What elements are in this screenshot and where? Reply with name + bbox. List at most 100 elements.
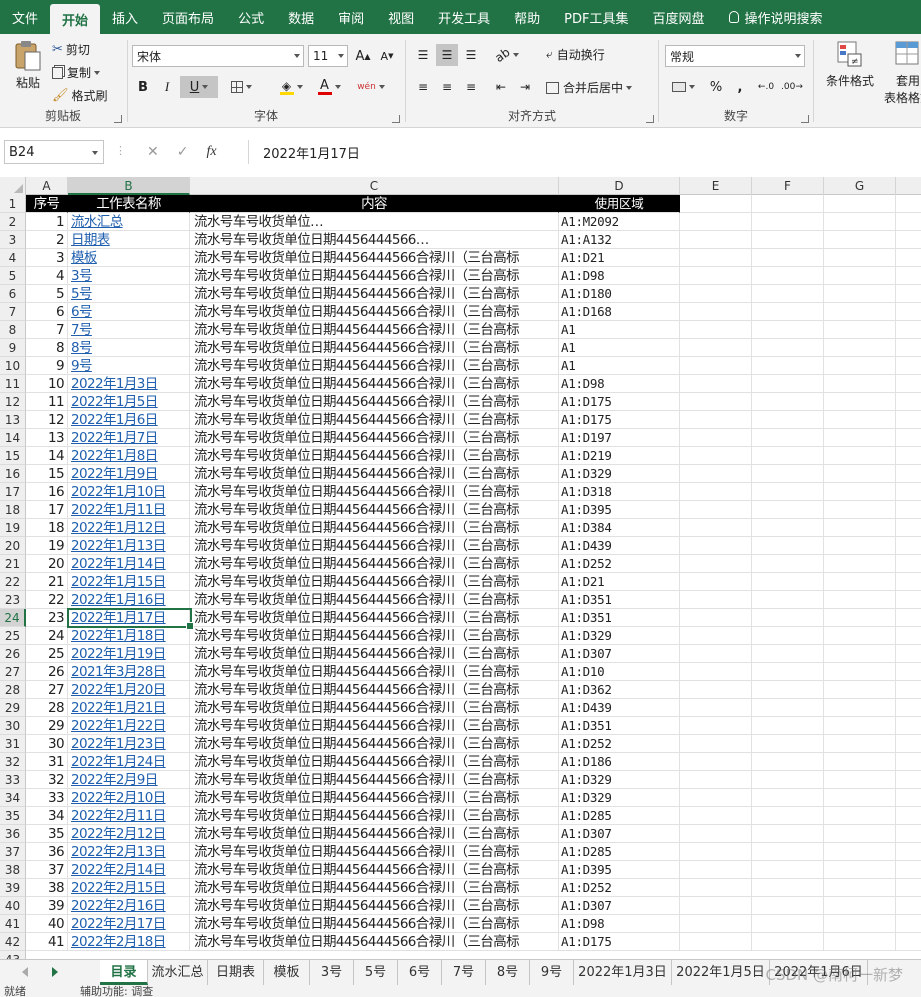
empty-cell[interactable] <box>752 321 824 339</box>
empty-cell[interactable] <box>824 321 896 339</box>
cell-seq[interactable]: 28 <box>26 699 68 717</box>
copy-button[interactable]: 复制 <box>52 64 101 81</box>
row-header[interactable]: 21 <box>0 555 26 573</box>
cell-used-range[interactable]: A1:D329 <box>559 789 680 807</box>
sheet-hyperlink[interactable]: 2022年2月15日 <box>68 879 190 897</box>
cell-content[interactable]: 流水号车号收货单位日期4456444566合禄川（三台高标 <box>190 339 559 357</box>
empty-cell[interactable] <box>824 537 896 555</box>
cell-seq[interactable]: 2 <box>26 231 68 249</box>
empty-cell[interactable] <box>896 303 921 321</box>
sheet-hyperlink[interactable]: 2021年3月28日 <box>68 663 190 681</box>
empty-cell[interactable] <box>896 447 921 465</box>
cell-content[interactable]: 流水号车号收货单位日期4456444566合禄川（三台高标 <box>190 609 559 627</box>
cell-used-range[interactable]: A1:D395 <box>559 501 680 519</box>
row-header[interactable]: 33 <box>0 771 26 789</box>
sheet-hyperlink[interactable]: 8号 <box>68 339 190 357</box>
cell-content[interactable]: 流水号车号收货单位日期4456444566合禄川（三台高标 <box>190 285 559 303</box>
empty-cell[interactable] <box>680 465 752 483</box>
empty-cell[interactable] <box>752 897 824 915</box>
empty-cell[interactable] <box>680 195 752 213</box>
row-header[interactable]: 4 <box>0 249 26 267</box>
empty-cell[interactable] <box>896 411 921 429</box>
tab-help[interactable]: 帮助 <box>502 0 552 34</box>
empty-cell[interactable] <box>680 591 752 609</box>
empty-cell[interactable] <box>896 195 921 213</box>
cell-content[interactable]: 流水号车号收货单位日期4456444566合禄川（三台高标 <box>190 537 559 555</box>
row-header[interactable]: 10 <box>0 357 26 375</box>
row-header[interactable]: 3 <box>0 231 26 249</box>
empty-cell[interactable] <box>896 429 921 447</box>
empty-cell[interactable] <box>896 663 921 681</box>
tab-pdf-tools[interactable]: PDF工具集 <box>552 0 640 34</box>
tab-view[interactable]: 视图 <box>376 0 426 34</box>
cell-seq[interactable]: 41 <box>26 933 68 951</box>
empty-cell[interactable] <box>896 699 921 717</box>
cell-content[interactable]: 流水号车号收货单位日期4456444566合禄川（三台高标 <box>190 717 559 735</box>
empty-cell[interactable] <box>824 843 896 861</box>
empty-cell[interactable] <box>896 501 921 519</box>
empty-cell[interactable] <box>680 879 752 897</box>
sheet-hyperlink[interactable]: 2022年1月23日 <box>68 735 190 753</box>
row-header[interactable]: 14 <box>0 429 26 447</box>
empty-cell[interactable] <box>680 321 752 339</box>
cell-seq[interactable]: 39 <box>26 897 68 915</box>
cell-seq[interactable]: 1 <box>26 213 68 231</box>
cell-content[interactable]: 流水号车号收货单位日期4456444566合禄川（三台高标 <box>190 843 559 861</box>
empty-cell[interactable] <box>896 645 921 663</box>
cell-used-range[interactable]: A1:D175 <box>559 411 680 429</box>
cell-content[interactable]: 流水号车号收货单位日期4456444566合禄川（三台高标 <box>190 411 559 429</box>
sheet-hyperlink[interactable]: 7号 <box>68 321 190 339</box>
sheet-hyperlink[interactable]: 流水汇总 <box>68 213 190 231</box>
sheet-hyperlink[interactable]: 2022年2月10日 <box>68 789 190 807</box>
number-format-select[interactable]: 常规 <box>665 45 805 67</box>
empty-cell[interactable] <box>896 609 921 627</box>
cell-seq[interactable]: 36 <box>26 843 68 861</box>
cancel-icon[interactable]: ✕ <box>147 144 159 160</box>
sheet-hyperlink[interactable]: 2022年1月24日 <box>68 753 190 771</box>
sheet-hyperlink[interactable]: 日期表 <box>68 231 190 249</box>
cell-content[interactable]: 流水号车号收货单位日期4456444566合禄川（三台高标 <box>190 465 559 483</box>
row-header[interactable]: 26 <box>0 645 26 663</box>
empty-cell[interactable] <box>824 501 896 519</box>
column-header-e[interactable]: E <box>680 177 752 195</box>
empty-cell[interactable] <box>680 843 752 861</box>
empty-cell[interactable] <box>896 465 921 483</box>
sheet-hyperlink[interactable]: 2022年1月22日 <box>68 717 190 735</box>
cell-used-range[interactable]: A1:D98 <box>559 915 680 933</box>
sheet-hyperlink[interactable]: 2022年1月14日 <box>68 555 190 573</box>
empty-cell[interactable] <box>752 735 824 753</box>
align-left-button[interactable]: ≡ <box>412 76 434 98</box>
empty-cell[interactable] <box>896 753 921 771</box>
empty-cell[interactable] <box>680 645 752 663</box>
cell-used-range[interactable]: A1:D168 <box>559 303 680 321</box>
empty-cell[interactable] <box>824 663 896 681</box>
cell-used-range[interactable]: A1:D21 <box>559 249 680 267</box>
empty-cell[interactable] <box>824 357 896 375</box>
sheet-hyperlink[interactable]: 2022年1月20日 <box>68 681 190 699</box>
cell-content[interactable]: 流水号车号收货单位日期4456444566合禄川（三台高标 <box>190 483 559 501</box>
empty-cell[interactable] <box>680 393 752 411</box>
row-header[interactable]: 30 <box>0 717 26 735</box>
empty-cell[interactable] <box>824 447 896 465</box>
column-header-d[interactable]: D <box>559 177 680 195</box>
empty-cell[interactable] <box>680 555 752 573</box>
header-cell-sheet-name[interactable]: 工作表名称 <box>68 195 190 213</box>
cell-seq[interactable]: 19 <box>26 537 68 555</box>
cell-used-range[interactable]: A1:D10 <box>559 663 680 681</box>
empty-cell[interactable] <box>680 501 752 519</box>
cell-used-range[interactable]: A1:D21 <box>559 573 680 591</box>
empty-cell[interactable] <box>752 357 824 375</box>
cell-seq[interactable]: 21 <box>26 573 68 591</box>
cell-used-range[interactable]: A1:D285 <box>559 843 680 861</box>
cell-used-range[interactable]: A1:D219 <box>559 447 680 465</box>
empty-cell[interactable] <box>896 843 921 861</box>
empty-cell[interactable] <box>896 537 921 555</box>
sheet-hyperlink[interactable]: 2022年2月13日 <box>68 843 190 861</box>
empty-cell[interactable] <box>896 735 921 753</box>
cell-seq[interactable]: 38 <box>26 879 68 897</box>
empty-cell[interactable] <box>896 807 921 825</box>
cell-content[interactable]: 流水号车号收货单位日期4456444566合禄川（三台高标 <box>190 663 559 681</box>
empty-cell[interactable] <box>752 645 824 663</box>
sheet-tab[interactable]: 3号 <box>310 960 354 985</box>
row-header[interactable]: 23 <box>0 591 26 609</box>
